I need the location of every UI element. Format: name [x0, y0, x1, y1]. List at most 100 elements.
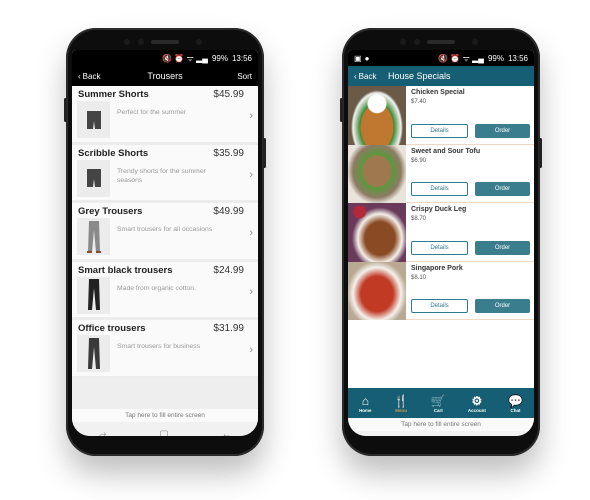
sensor-icon [124, 39, 130, 45]
details-button[interactable]: Details [411, 182, 468, 196]
product-row[interactable]: Office trousers $31.99 Smart trousers fo… [72, 320, 258, 379]
phone-notch [342, 38, 540, 48]
clock: 13:56 [507, 53, 528, 63]
chevron-left-icon: ‹ [354, 71, 357, 81]
status-bar: ▣ ● 🔇 ⏰ ᯤ ▂▄ 99% 13:56 [348, 50, 534, 66]
chat-icon: 💬 [507, 393, 523, 408]
item-name: Crispy Duck Leg [411, 206, 467, 213]
chevron-right-icon[interactable]: › [249, 344, 253, 356]
tab-cart[interactable]: 🛒 Cart [431, 394, 446, 413]
page-title: House Specials [388, 71, 451, 81]
phone-notch [66, 38, 264, 48]
product-row[interactable]: Smart black trousers $24.99 Made from or… [72, 261, 258, 320]
menu-item: Sweet and Sour Tofu $6.90 Details Order [348, 144, 534, 203]
item-name: Chicken Special [411, 89, 465, 96]
grey-trousers-thumbnail [77, 218, 110, 255]
back-button[interactable]: ‹ Back [354, 72, 376, 81]
details-button[interactable]: Details [411, 299, 468, 313]
order-button[interactable]: Order [475, 123, 530, 138]
product-description: Smart trousers for business [117, 343, 201, 350]
bottom-tab-bar: ⌂ Home 🍴 Menu 🛒 Cart ⚙ Account 💬 Chat [348, 388, 534, 418]
sort-button[interactable]: Sort [237, 72, 252, 81]
singapore-pork-photo [348, 261, 406, 320]
volume-button [340, 98, 343, 122]
item-name: Singapore Pork [411, 264, 463, 272]
black-trousers-thumbnail [77, 276, 110, 314]
empty-area [72, 378, 258, 409]
home-icon: ⌂ [361, 393, 369, 408]
tab-chat[interactable]: 💬 Chat [508, 394, 523, 413]
product-price: $35.99 [213, 147, 244, 159]
order-button[interactable]: Order [475, 299, 530, 313]
product-row[interactable]: Grey Trousers $49.99 Smart trousers for … [72, 203, 258, 262]
item-name: Sweet and Sour Tofu [411, 147, 481, 155]
front-camera-icon [472, 39, 478, 45]
fill-screen-hint[interactable]: Tap here to fill entire screen [348, 418, 534, 431]
shorts-thumbnail [77, 101, 110, 138]
sensor-icon [400, 39, 406, 45]
home-nav-icon[interactable]: ▢ [159, 429, 168, 436]
product-row[interactable]: Scribble Shorts $35.99 Trendy shorts for… [72, 144, 258, 203]
chevron-left-icon: ‹ [78, 71, 81, 81]
power-button [539, 138, 542, 168]
back-nav-icon[interactable]: ← [222, 429, 232, 436]
back-button[interactable]: ‹ Back [78, 72, 100, 81]
power-button [263, 138, 266, 168]
tab-menu[interactable]: 🍴 Menu [394, 394, 409, 413]
app-header: ‹ Back House Specials [348, 66, 534, 86]
status-bar: 🔇 ⏰ ᯤ ▂▄ 99% 13:56 [72, 50, 258, 66]
tab-account[interactable]: ⚙ Account [468, 394, 486, 413]
order-button[interactable]: Order [475, 240, 530, 255]
status-icons: 🔇 ⏰ ᯤ ▂▄ [438, 53, 484, 63]
chevron-right-icon[interactable]: › [249, 169, 253, 181]
system-nav-bar: ⥄ ▢ ← [348, 431, 534, 436]
tab-home[interactable]: ⌂ Home [359, 394, 372, 413]
order-button[interactable]: Order [475, 182, 530, 196]
item-price: $7.40 [411, 99, 427, 105]
chevron-right-icon[interactable]: › [249, 227, 253, 239]
battery-level: 99% [211, 53, 228, 63]
recent-apps-icon[interactable]: ⥄ [98, 429, 106, 436]
chevron-right-icon[interactable]: › [249, 110, 253, 122]
phone-left: 🔇 ⏰ ᯤ ▂▄ 99% 13:56 ‹ Back Trousers Sort S… [64, 28, 266, 456]
details-button[interactable]: Details [411, 240, 468, 255]
product-description: Perfect for the summer [117, 109, 187, 116]
gear-icon: ⚙ [471, 393, 483, 408]
gallery-notification-icon: ▣ [354, 53, 362, 63]
sensor-icon [138, 39, 144, 45]
fill-screen-hint[interactable]: Tap here to fill entire screen [72, 408, 258, 422]
details-button[interactable]: Details [411, 123, 468, 138]
clock: 13:56 [231, 53, 252, 63]
spotify-notification-icon: ● [364, 53, 370, 63]
menu-item: Singapore Pork $8.10 Details Order [348, 261, 534, 320]
phone-right: ▣ ● 🔇 ⏰ ᯤ ▂▄ 99% 13:56 ‹ Back House Specia… [340, 28, 542, 456]
sensor-icon [414, 39, 420, 45]
item-price: $8.70 [411, 216, 427, 222]
volume-button [64, 98, 67, 122]
product-description: Made from organic cotton. [117, 284, 196, 292]
product-price: $49.99 [213, 206, 244, 217]
menu-list: Chicken Special $7.40 Details Order Swee… [348, 86, 534, 320]
menu-item: Chicken Special $7.40 Details Order [348, 86, 534, 145]
product-list: Summer Shorts $45.99 Perfect for the sum… [72, 86, 258, 379]
product-row[interactable]: Summer Shorts $45.99 Perfect for the sum… [72, 86, 258, 145]
product-description: Smart trousers for all occasions [117, 226, 213, 233]
empty-area [348, 320, 534, 388]
crispy-duck-leg-photo [348, 203, 406, 262]
chicken-special-photo [348, 86, 406, 145]
speaker-grille [151, 40, 179, 44]
item-price: $8.10 [411, 274, 427, 281]
shorts-thumbnail [77, 159, 110, 197]
office-trousers-thumbnail [77, 335, 110, 372]
cart-icon: 🛒 [430, 393, 446, 408]
front-camera-icon [196, 39, 202, 45]
battery-level: 99% [487, 53, 504, 63]
screen-right: ▣ ● 🔇 ⏰ ᯤ ▂▄ 99% 13:56 ‹ Back House Specia… [348, 50, 534, 436]
status-icons: 🔇 ⏰ ᯤ ▂▄ [162, 53, 208, 63]
product-description: Trendy shorts for the summer seasons [117, 167, 206, 184]
app-header: ‹ Back Trousers Sort [72, 66, 258, 86]
item-price: $6.90 [411, 157, 427, 164]
chevron-right-icon[interactable]: › [249, 286, 253, 298]
cutlery-icon: 🍴 [393, 393, 409, 408]
product-price: $31.99 [213, 323, 244, 334]
